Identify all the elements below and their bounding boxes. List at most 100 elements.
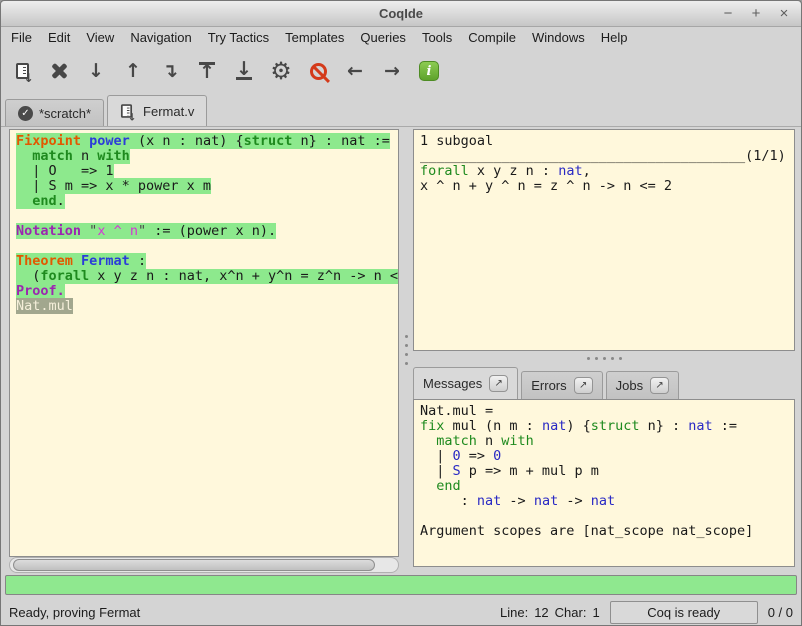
forward-one-command-button[interactable]: ↓: [81, 54, 111, 88]
menu-windows[interactable]: Windows: [524, 27, 593, 49]
restart-button[interactable]: ↑: [192, 54, 222, 88]
messages-panel[interactable]: Nat.mul =fix mul (n m : nat) {struct n} …: [413, 399, 795, 567]
char-value: 1: [592, 605, 599, 620]
code-line: end.: [16, 194, 398, 209]
editor-horizontal-scrollbar[interactable]: [9, 557, 399, 573]
menu-queries[interactable]: Queries: [352, 27, 414, 49]
menu-help[interactable]: Help: [593, 27, 636, 49]
code-line: Nat.mul =: [420, 404, 794, 419]
detach-messages-button[interactable]: ↗: [489, 375, 508, 392]
code-line: [16, 209, 398, 224]
menu-try-tactics[interactable]: Try Tactics: [200, 27, 277, 49]
code-line: | 0 => 0: [420, 449, 794, 464]
interrupt-icon: [310, 63, 327, 80]
arrow-up-to-bar-icon: ↑: [199, 62, 215, 80]
code-line: match n with: [420, 434, 794, 449]
code-line: : nat -> nat -> nat: [420, 494, 794, 509]
code-line: | S m => x * power x m: [16, 179, 398, 194]
titlebar[interactable]: CoqIde − + ×: [1, 1, 801, 27]
code-line: ________________________________________…: [420, 149, 794, 164]
menu-view[interactable]: View: [78, 27, 122, 49]
tab-scratch[interactable]: ✓ *scratch*: [5, 99, 104, 126]
arrow-right-icon: →: [384, 60, 400, 82]
code-line: [16, 239, 398, 254]
menu-navigation[interactable]: Navigation: [122, 27, 199, 49]
tab-label: Jobs: [616, 378, 643, 393]
check-circle-icon: ✓: [18, 106, 33, 121]
save-icon: [16, 63, 29, 79]
code-line: end: [420, 479, 794, 494]
next-occurrence-button[interactable]: →: [377, 54, 407, 88]
arrow-left-icon: ←: [347, 60, 363, 82]
tab-label: *scratch*: [39, 106, 91, 121]
gear-icon: ⚙: [270, 57, 292, 85]
tab-messages[interactable]: Messages ↗: [413, 367, 518, 399]
messages-tabbar: Messages ↗ Errors ↗ Jobs ↗: [413, 365, 795, 399]
save-button[interactable]: [7, 54, 37, 88]
code-line: Nat.mul: [16, 299, 398, 314]
line-value: 12: [534, 605, 548, 620]
window-title: CoqIde: [1, 6, 801, 21]
unsaved-file-icon: [121, 104, 132, 118]
vertical-splitter[interactable]: [399, 127, 413, 573]
menubar: FileEditViewNavigationTry TacticsTemplat…: [1, 27, 801, 49]
close-icon: [51, 63, 67, 79]
arrow-down-to-bar-icon: ↓: [236, 62, 252, 80]
menu-file[interactable]: File: [3, 27, 40, 49]
code-line: (forall x y z n : nat, x^n + y^n = z^n -…: [16, 269, 398, 284]
coqide-window: CoqIde − + × FileEditViewNavigationTry T…: [0, 0, 802, 626]
tab-jobs[interactable]: Jobs ↗: [606, 371, 679, 399]
code-line: 1 subgoal: [420, 134, 794, 149]
toolbar: ↓ ↑ ↴ ↑ ↓ ⚙ ← → i: [1, 49, 801, 93]
go-to-end-button[interactable]: ↓: [229, 54, 259, 88]
interrupt-button[interactable]: [303, 54, 333, 88]
about-button[interactable]: i: [414, 54, 444, 88]
line-label: Line:: [500, 605, 528, 620]
menu-edit[interactable]: Edit: [40, 27, 78, 49]
arrow-down-icon: ↓: [88, 60, 104, 82]
code-line: Fixpoint power (x n : nat) {struct n} : …: [16, 134, 398, 149]
menu-templates[interactable]: Templates: [277, 27, 352, 49]
go-to-cursor-button[interactable]: ↴: [155, 54, 185, 88]
tab-label: Errors: [531, 378, 566, 393]
messages-code: Nat.mul =fix mul (n m : nat) {struct n} …: [414, 400, 794, 539]
fully-check-button[interactable]: ⚙: [266, 54, 296, 88]
tab-errors[interactable]: Errors ↗: [521, 371, 602, 399]
goal-code: 1 subgoal_______________________________…: [414, 130, 794, 194]
minimize-button[interactable]: −: [721, 5, 735, 22]
tab-fermatv[interactable]: Fermat.v: [107, 95, 207, 126]
menu-compile[interactable]: Compile: [460, 27, 524, 49]
backward-one-command-button[interactable]: ↑: [118, 54, 148, 88]
tab-label: Fermat.v: [143, 104, 194, 119]
code-line: Argument scopes are [nat_scope nat_scope…: [420, 524, 794, 539]
code-line: | S p => m + mul p m: [420, 464, 794, 479]
horizontal-splitter[interactable]: [413, 351, 795, 365]
arrow-up-icon: ↑: [125, 60, 141, 82]
status-message: Ready, proving Fermat: [9, 605, 500, 620]
editor-code[interactable]: Fixpoint power (x n : nat) {struct n} : …: [10, 130, 398, 314]
maximize-button[interactable]: +: [749, 5, 763, 22]
close-button[interactable]: [44, 54, 74, 88]
code-line: Notation "x ^ n" := (power x n).: [16, 224, 398, 239]
code-line: x ^ n + y ^ n = z ^ n -> n <= 2: [420, 179, 794, 194]
char-label: Char:: [555, 605, 587, 620]
previous-occurrence-button[interactable]: ←: [340, 54, 370, 88]
command-counter: 0 / 0: [768, 605, 793, 620]
progress-bar: [5, 575, 797, 595]
detach-errors-button[interactable]: ↗: [574, 377, 593, 394]
tab-label: Messages: [423, 376, 482, 391]
scrollbar-thumb[interactable]: [13, 559, 375, 571]
menu-tools[interactable]: Tools: [414, 27, 460, 49]
window-controls: − + ×: [721, 5, 791, 22]
tabbar: ✓ *scratch* Fermat.v: [1, 93, 801, 127]
code-line: Theorem Fermat :: [16, 254, 398, 269]
code-line: fix mul (n m : nat) {struct n} : nat :=: [420, 419, 794, 434]
goal-panel[interactable]: 1 subgoal_______________________________…: [413, 129, 795, 351]
code-line: | O => 1: [16, 164, 398, 179]
info-bubble-icon: i: [419, 61, 439, 81]
detach-jobs-button[interactable]: ↗: [650, 377, 669, 394]
script-editor-panel[interactable]: Fixpoint power (x n : nat) {struct n} : …: [9, 129, 399, 557]
close-window-button[interactable]: ×: [777, 5, 791, 22]
hook-arrow-icon: ↴: [162, 60, 178, 82]
coq-state-indicator: Coq is ready: [610, 601, 758, 624]
